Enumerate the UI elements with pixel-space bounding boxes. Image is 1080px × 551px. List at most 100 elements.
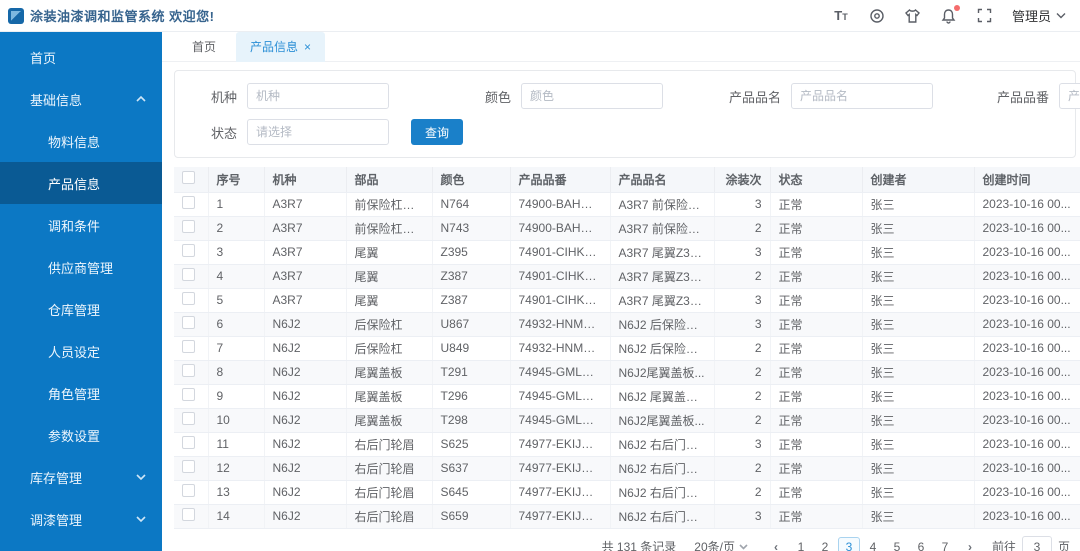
cell-coat-count: 3	[714, 192, 771, 217]
sidebar-item-首页[interactable]: 首页	[0, 36, 162, 78]
row-checkbox[interactable]	[182, 364, 195, 377]
cell-model: N6J2	[264, 384, 347, 409]
cell-creator: 张三	[862, 384, 975, 409]
cell-coat-count: 3	[714, 312, 771, 337]
font-size-icon[interactable]: TT	[832, 7, 850, 25]
row-checkbox[interactable]	[182, 412, 195, 425]
main-layout: 首页 基础信息 物料信息 产品信息 调和条件 供应商管理 仓库管理 人员设定 角色管理 参数设置库…	[0, 31, 1080, 551]
row-checkbox[interactable]	[182, 484, 195, 497]
next-page-button[interactable]: ›	[960, 537, 980, 551]
row-checkbox[interactable]	[182, 436, 195, 449]
row-checkbox[interactable]	[182, 268, 195, 281]
cell-product-name: N6J2尾翼盖板...	[610, 408, 715, 433]
cell-color: T296	[432, 384, 511, 409]
prev-page-button[interactable]: ‹	[766, 537, 786, 551]
cell-product-name: N6J2 右后门轮...	[610, 480, 715, 505]
select-all-checkbox[interactable]	[182, 171, 195, 185]
page-number-3[interactable]: 3	[837, 536, 860, 551]
sidebar-item-调和条件[interactable]: 调和条件	[0, 204, 162, 246]
cell-color: Z395	[432, 240, 511, 265]
row-checkbox[interactable]	[182, 316, 195, 329]
query-button[interactable]: 查询	[411, 119, 464, 145]
cell-creator: 张三	[862, 312, 975, 337]
record-count: 共 131 条记录	[601, 540, 677, 551]
cell-product-name: N6J2 尾翼盖板...	[610, 384, 715, 409]
col-header-model: 机种	[264, 167, 347, 193]
bell-icon[interactable]	[940, 4, 960, 25]
close-icon[interactable]: ×	[304, 41, 311, 53]
table-row: 2 A3R7 前保险杠饰件 N743 74900-BAHG00... A3R7 前保险杠.…	[174, 216, 1080, 241]
cell-product-name: A3R7 尾翼Z387...	[610, 288, 715, 313]
row-checkbox[interactable]	[182, 196, 195, 209]
cell-created-at: 2023-10-16 00...	[974, 312, 1080, 337]
user-name: 管理员	[1011, 9, 1051, 24]
cell-part: 右后门轮眉	[346, 432, 433, 457]
sidebar-item-物料信息[interactable]: 物料信息	[0, 120, 162, 162]
page-number-5[interactable]: 5	[886, 537, 908, 551]
page-number-4[interactable]: 4	[862, 537, 884, 551]
sidebar-item-角色管理[interactable]: 角色管理	[0, 372, 162, 414]
page-number-1[interactable]: 1	[790, 537, 812, 551]
sidebar-item-产品信息[interactable]: 产品信息	[0, 162, 162, 204]
sidebar-item-调漆管理[interactable]: 调漆管理	[0, 498, 162, 540]
cell-created-at: 2023-10-16 00...	[974, 432, 1080, 457]
color-input[interactable]	[521, 83, 663, 109]
cell-color: S645	[432, 480, 511, 505]
cell-seq: 5	[208, 288, 265, 313]
table-row: 6 N6J2 后保险杠 U867 74932-HNMP0... N6J2 后保险杠... 3…	[174, 312, 1080, 337]
page-number-6[interactable]: 6	[910, 537, 932, 551]
cell-model: A3R7	[264, 288, 347, 313]
row-checkbox[interactable]	[182, 508, 195, 521]
row-checkbox[interactable]	[182, 460, 195, 473]
col-header-part: 部品	[346, 167, 433, 193]
cell-status: 正常	[770, 432, 863, 457]
machine-type-input[interactable]	[247, 83, 389, 109]
cell-creator: 张三	[862, 240, 975, 265]
sidebar-item-仓库管理[interactable]: 仓库管理	[0, 288, 162, 330]
page-size-select[interactable]: 20条/页	[690, 536, 752, 551]
cell-status: 正常	[770, 312, 863, 337]
sidebar-item-参数设置[interactable]: 参数设置	[0, 414, 162, 456]
tab-bar: 首页 产品信息 ×	[162, 31, 1080, 62]
row-checkbox[interactable]	[182, 340, 195, 353]
sidebar-item-库存管理[interactable]: 库存管理	[0, 456, 162, 498]
user-menu[interactable]: 管理员	[1012, 6, 1066, 25]
table-row: 10 N6J2 尾翼盖板 T298 74945-GMLO0... N6J2尾翼盖板... 2…	[174, 408, 1080, 433]
target-icon[interactable]	[868, 7, 886, 25]
row-checkbox[interactable]	[182, 292, 195, 305]
cell-coat-count: 2	[714, 480, 771, 505]
row-checkbox[interactable]	[182, 220, 195, 233]
row-checkbox[interactable]	[182, 244, 195, 257]
filter-row-2: 状态 查询	[175, 119, 1075, 145]
cell-creator: 张三	[862, 432, 975, 457]
col-header-seq: 序号	[208, 167, 265, 193]
status-select[interactable]	[247, 119, 389, 145]
col-header-part-no: 产品品番	[510, 167, 611, 193]
table-row: 14 N6J2 右后门轮眉 S659 74977-EKIJM0... N6J2 右后门轮.…	[174, 504, 1080, 529]
tab-product-info[interactable]: 产品信息 ×	[236, 31, 326, 62]
sidebar-item-供应商管理[interactable]: 供应商管理	[0, 246, 162, 288]
theme-shirt-icon[interactable]	[904, 7, 922, 25]
cell-part-no: 74901-CIHK00...	[510, 264, 611, 289]
field-color: 颜色	[449, 83, 663, 109]
sidebar-item-人员设定[interactable]: 人员设定	[0, 330, 162, 372]
goto-page-input[interactable]	[1021, 535, 1052, 551]
cell-seq: 13	[208, 480, 265, 505]
cell-status: 正常	[770, 456, 863, 481]
product-number-input[interactable]	[1059, 83, 1080, 109]
cell-model: A3R7	[264, 192, 347, 217]
cell-color: N764	[432, 192, 511, 217]
product-name-input[interactable]	[791, 83, 933, 109]
cell-creator: 张三	[862, 264, 975, 289]
table-row: 11 N6J2 右后门轮眉 S625 74977-EKIJM0... N6J2 右后门轮.…	[174, 432, 1080, 457]
field-product-name: 产品品名	[691, 83, 933, 109]
sidebar-item-基础信息[interactable]: 基础信息	[0, 78, 162, 120]
tab-home[interactable]: 首页	[178, 32, 230, 62]
filter-row-1: 机种 颜色 产品品名 产品品番	[175, 83, 1080, 109]
fullscreen-icon[interactable]	[976, 7, 994, 25]
page-number-2[interactable]: 2	[814, 537, 836, 551]
cell-part: 尾翼盖板	[346, 360, 433, 385]
cell-product-name: A3R7 前保险杠...	[610, 216, 715, 241]
page-number-7[interactable]: 7	[934, 537, 956, 551]
row-checkbox[interactable]	[182, 388, 195, 401]
